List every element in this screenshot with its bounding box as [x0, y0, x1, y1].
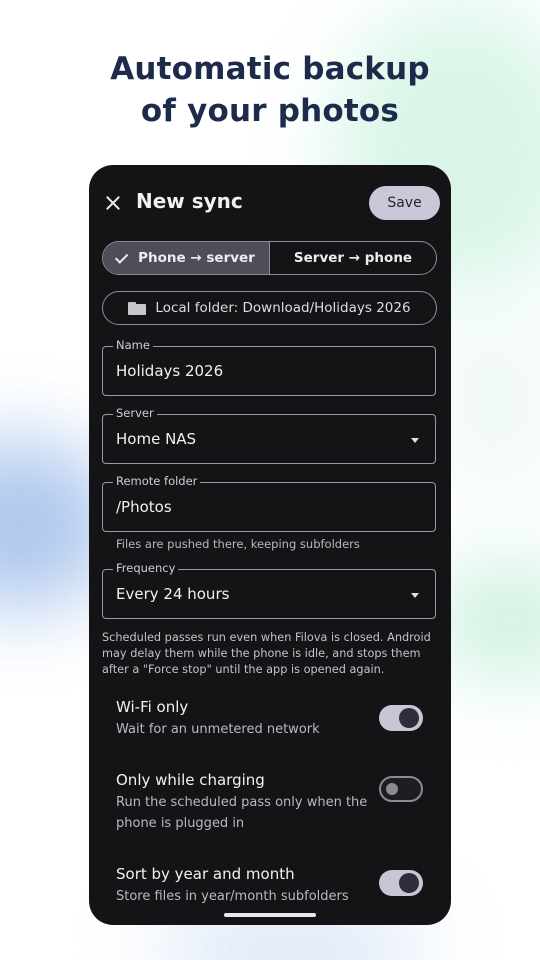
- name-field-value: Holidays 2026: [116, 362, 224, 380]
- folder-icon: [128, 301, 147, 315]
- close-icon[interactable]: [103, 193, 123, 213]
- name-field[interactable]: Name Holidays 2026: [102, 338, 436, 396]
- screen-title: New sync: [136, 189, 243, 213]
- server-field-label: Server: [113, 406, 157, 420]
- setting-description: Store files in year/month subfolders: [116, 889, 349, 904]
- remote-folder-helper: Files are pushed there, keeping subfolde…: [116, 537, 360, 551]
- server-field-value: Home NAS: [116, 430, 197, 448]
- sort-by-year-month-switch[interactable]: [379, 870, 423, 896]
- switch-knob: [386, 783, 398, 795]
- setting-description: Run the scheduled pass only when the pho…: [116, 795, 368, 831]
- direction-phone-to-server[interactable]: Phone → server: [103, 242, 270, 274]
- local-folder-button[interactable]: Local folder: Download/Holidays 2026: [102, 291, 437, 325]
- top-app-bar: New sync Save: [89, 185, 451, 221]
- chevron-down-icon: [411, 593, 419, 598]
- switch-knob: [399, 708, 419, 728]
- direction-option-label: Phone → server: [138, 250, 255, 266]
- chevron-down-icon: [411, 438, 419, 443]
- only-while-charging-switch[interactable]: [379, 776, 423, 802]
- direction-option-label: Server → phone: [293, 250, 413, 266]
- switch-knob: [399, 873, 419, 893]
- direction-server-to-phone[interactable]: Server → phone: [270, 242, 436, 274]
- sync-direction-toggle: Phone → server Server → phone: [102, 241, 437, 275]
- server-select[interactable]: Server Home NAS: [102, 406, 436, 464]
- setting-description: Wait for an unmetered network: [116, 722, 320, 737]
- frequency-field-label: Frequency: [113, 561, 179, 575]
- wifi-only-switch[interactable]: [379, 705, 423, 731]
- phone-screen: New sync Save Phone → server Server → ph…: [89, 165, 451, 925]
- check-icon: [114, 249, 129, 264]
- save-button[interactable]: Save: [369, 186, 440, 220]
- promo-headline: Automatic backup of your photos: [0, 48, 540, 132]
- remote-folder-field[interactable]: Remote folder /Photos: [102, 474, 436, 532]
- name-field-label: Name: [113, 338, 153, 352]
- schedule-note: Scheduled passes run even when Filova is…: [102, 631, 431, 676]
- local-folder-label: Local folder: Download/Holidays 2026: [155, 300, 411, 316]
- remote-folder-value: /Photos: [116, 498, 172, 516]
- frequency-field-value: Every 24 hours: [116, 585, 230, 603]
- remote-folder-label: Remote folder: [113, 474, 201, 488]
- frequency-select[interactable]: Frequency Every 24 hours: [102, 561, 436, 619]
- headline-line-2: of your photos: [140, 93, 400, 129]
- headline-line-1: Automatic backup: [110, 51, 430, 87]
- gesture-home-bar[interactable]: [224, 913, 316, 917]
